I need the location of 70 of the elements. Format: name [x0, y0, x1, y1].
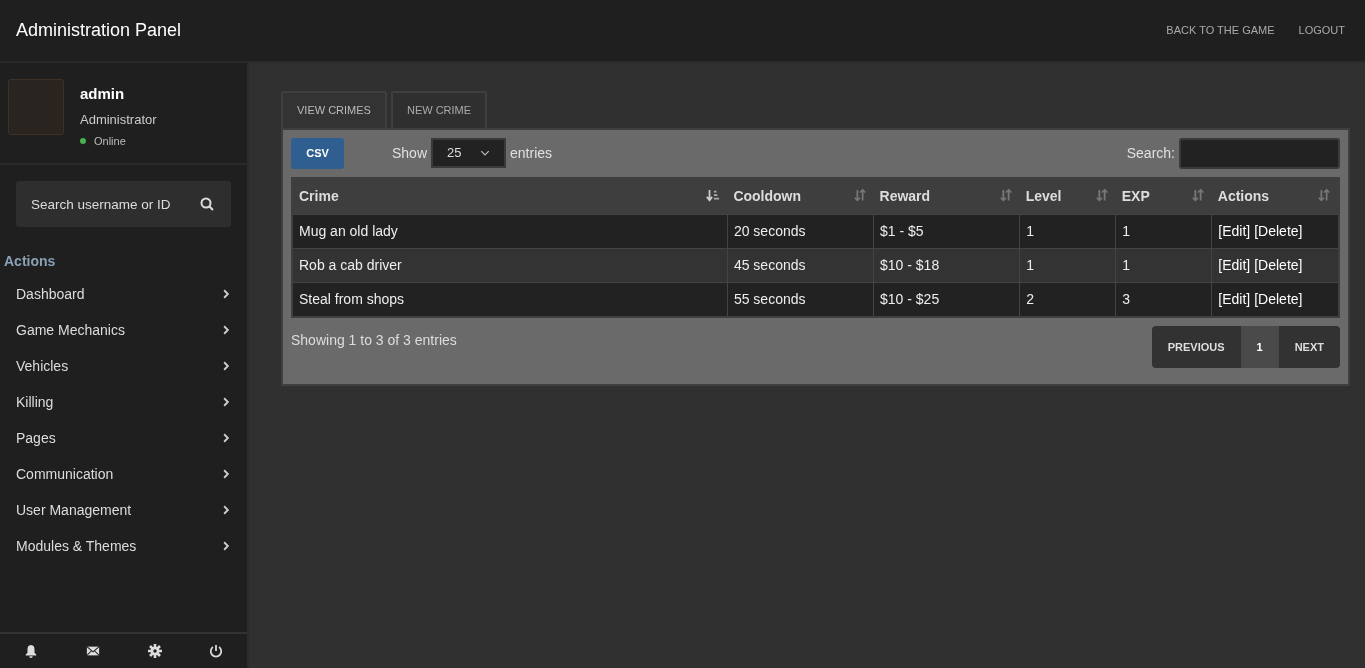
sidebar-item[interactable]: Modules & Themes	[0, 528, 247, 564]
tab[interactable]: VIEW CRIMES	[281, 91, 387, 128]
sidebar-item[interactable]: Dashboard	[0, 276, 247, 312]
table-search-field[interactable]	[1179, 137, 1340, 169]
action-link[interactable]: [Edit]	[1218, 288, 1251, 310]
table-cell: 2	[1019, 282, 1116, 317]
table-cell: 1	[1019, 214, 1116, 248]
table-cell: $10 - $25	[873, 282, 1020, 317]
column-header[interactable]: Reward	[873, 177, 1020, 214]
column-header[interactable]: Crime	[292, 177, 728, 214]
chevron-icon	[221, 359, 231, 373]
pagination-button[interactable]: NEXT	[1278, 325, 1340, 368]
search-label: Search:	[1126, 143, 1175, 163]
chevron-icon	[221, 395, 231, 409]
action-link[interactable]: [Delete]	[1254, 254, 1303, 276]
entries-info: Showing 1 to 3 of 3 entries	[291, 330, 457, 350]
action-link[interactable]: [Delete]	[1254, 288, 1303, 310]
avatar-image	[8, 79, 64, 135]
entries-label: entries	[510, 143, 553, 163]
table-cell: 1	[1115, 248, 1212, 282]
bell-icon[interactable]	[23, 644, 38, 658]
section-heading: Actions	[3, 252, 57, 271]
table-cell: Mug an old lady	[292, 214, 728, 248]
search-icon	[199, 196, 215, 212]
column-header[interactable]: Level	[1019, 177, 1116, 214]
table-cell: $1 - $5	[873, 214, 1020, 248]
panel-title: Administration Panel	[16, 19, 182, 42]
sidebar-item[interactable]: Communication	[0, 456, 247, 492]
column-header[interactable]: Cooldown	[727, 177, 874, 214]
chevron-icon	[221, 323, 231, 337]
nav-link[interactable]: LOGOUT	[1298, 22, 1345, 39]
tab[interactable]: NEW CRIME	[390, 91, 488, 128]
show-label: Show	[392, 143, 428, 163]
chevron-icon	[221, 431, 231, 445]
user-status: Online	[94, 134, 126, 149]
table-cell: 1	[1019, 248, 1116, 282]
action-link[interactable]: [Delete]	[1254, 220, 1303, 242]
table-cell: Steal from shops	[292, 282, 728, 317]
table-cell: 3	[1115, 282, 1212, 317]
entries-select[interactable]: 25	[431, 138, 507, 168]
username: admin	[80, 84, 126, 104]
pagination-button[interactable]: PREVIOUS	[1151, 325, 1241, 368]
chevron-icon	[221, 287, 231, 301]
chevron-icon	[221, 467, 231, 481]
sidebar-item[interactable]: Pages	[0, 420, 247, 456]
search-field[interactable]: Search username or ID	[16, 181, 231, 227]
settings-icon[interactable]	[148, 644, 163, 658]
sidebar-item[interactable]: User Management	[0, 492, 247, 528]
chevron-down-icon	[480, 148, 491, 158]
table-cell: 55 seconds	[727, 282, 874, 317]
sidebar-item[interactable]: Vehicles	[0, 348, 247, 384]
user-role: Administrator	[80, 110, 157, 129]
column-header[interactable]: Actions	[1211, 177, 1339, 214]
table-cell: 45 seconds	[727, 248, 874, 282]
table-cell: 1	[1115, 214, 1212, 248]
envelope-icon[interactable]	[84, 644, 101, 658]
action-link[interactable]: [Edit]	[1218, 254, 1251, 276]
table-cell: Rob a cab driver	[292, 248, 728, 282]
chevron-icon	[221, 503, 231, 517]
chevron-icon	[221, 539, 231, 553]
nav-link[interactable]: BACK TO THE GAME	[1166, 22, 1275, 39]
table-cell: $10 - $18	[873, 248, 1020, 282]
sidebar-item[interactable]: Game Mechanics	[0, 312, 247, 348]
action-link[interactable]: [Edit]	[1218, 220, 1251, 242]
pagination-button[interactable]: 1	[1240, 325, 1279, 368]
power-icon[interactable]	[209, 644, 224, 658]
sidebar-item[interactable]: Killing	[0, 384, 247, 420]
column-header[interactable]: EXP	[1115, 177, 1212, 214]
table-cell: 20 seconds	[727, 214, 874, 248]
csv-button[interactable]: CSV	[291, 137, 344, 169]
